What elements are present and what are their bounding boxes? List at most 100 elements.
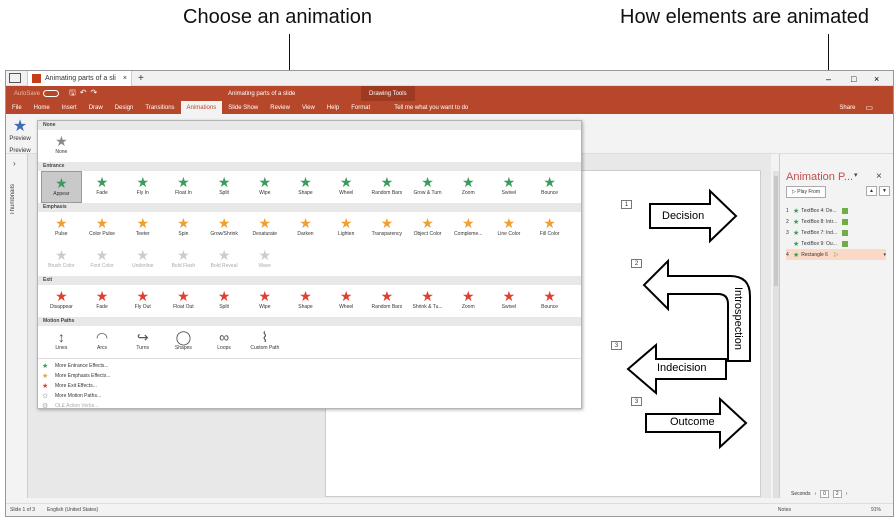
move-up-button[interactable]: ▲ [866, 186, 877, 196]
anim-exit-float-out[interactable]: ★ Float Out [163, 285, 204, 317]
language-indicator[interactable]: English (United States) [47, 507, 98, 513]
animation-list-item[interactable]: ★ TextBox 9: Ou... [786, 238, 886, 249]
autosave-toggle[interactable] [43, 90, 60, 97]
anim-emphasis-darken[interactable]: ★ Darken [285, 212, 326, 244]
anim-exit-bounce[interactable]: ★ Bounce [529, 285, 570, 317]
seconds-left-icon[interactable]: ‹ [814, 491, 816, 497]
tell-me-search[interactable]: Tell me what you want to do [394, 105, 468, 111]
anim-exit-fly-out[interactable]: ★ Fly Out [122, 285, 163, 317]
anim-exit-disappear[interactable]: ★ Disappear [41, 285, 82, 317]
anim-emphasis-teeter[interactable]: ★ Teeter [122, 212, 163, 244]
quick-access-icons[interactable]: 🖫↶↷ [69, 87, 101, 101]
anim-emphasis-desaturate[interactable]: ★ Desaturate [244, 212, 285, 244]
minimize-button[interactable]: – [826, 71, 831, 86]
ribbon-tab-transitions[interactable]: Transitions [139, 101, 180, 114]
preview-star-icon: ★ [12, 118, 28, 135]
anim-emphasis-color-pulse[interactable]: ★ Color Pulse [82, 212, 123, 244]
anim-motion-paths-shapes[interactable]: ◯ Shapes [163, 326, 204, 358]
chevron-right-icon[interactable]: › [13, 159, 16, 168]
anim-motion-paths-custom-path[interactable]: ⌇ Custom Path [244, 326, 285, 358]
anim-emphasis-grow-shrink[interactable]: ★ Grow/Shrink [204, 212, 245, 244]
anim-entrance-bounce[interactable]: ★ Bounce [529, 171, 570, 203]
anim-motion-paths-lines[interactable]: ↕ Lines [41, 326, 82, 358]
animation-list-item[interactable]: 3 ★ TextBox 7: Ind... [786, 227, 886, 238]
more-effects-item[interactable]: ☆ More Motion Paths... [38, 391, 581, 401]
more-effects-item[interactable]: ★ More Emphasis Effects... [38, 371, 581, 381]
scrollbar-thumb[interactable] [774, 176, 778, 286]
anim-entrance-fly-in[interactable]: ★ Fly In [122, 171, 163, 203]
anim-entrance-zoom[interactable]: ★ Zoom [448, 171, 489, 203]
anim-entrance-swivel[interactable]: ★ Swivel [489, 171, 530, 203]
anim-entrance-grow-turn[interactable]: ★ Grow & Turn [407, 171, 448, 203]
anim-entrance-wheel[interactable]: ★ Wheel [326, 171, 367, 203]
seconds-label[interactable]: Seconds [791, 491, 810, 497]
new-tab-button[interactable]: + [138, 73, 144, 84]
ribbon-tab-home[interactable]: Home [28, 101, 56, 114]
document-tab[interactable]: Animating parts of a sli × [27, 71, 132, 86]
animation-list-item[interactable]: 2 ★ TextBox 8: Intr... [786, 216, 886, 227]
anim-exit-shape[interactable]: ★ Shape [285, 285, 326, 317]
play-from-button[interactable]: ▷ Play From [786, 186, 827, 198]
anim-exit-swivel[interactable]: ★ Swivel [489, 285, 530, 317]
anim-emphasis-object-color[interactable]: ★ Object Color [407, 212, 448, 244]
ribbon-tab-draw[interactable]: Draw [83, 101, 109, 114]
anim-motion-paths-arcs[interactable]: ◠ Arcs [82, 326, 123, 358]
move-down-button[interactable]: ▼ [878, 186, 890, 196]
maximize-button[interactable]: □ [851, 71, 856, 86]
anim-emphasis-compleme-[interactable]: ★ Compleme... [448, 212, 489, 244]
ribbon-tab-format[interactable]: Format [345, 101, 376, 114]
anim-label: Wave [258, 263, 272, 269]
more-effects-item[interactable]: ★ More Entrance Effects... [38, 361, 581, 371]
tab-close-icon[interactable]: × [123, 75, 127, 82]
share-button[interactable]: Share [839, 105, 855, 111]
ribbon-tab-slide-show[interactable]: Slide Show [222, 101, 264, 114]
pane-close-icon[interactable]: × [876, 171, 882, 182]
ribbon-tab-design[interactable]: Design [109, 101, 140, 114]
more-effects-label: More Entrance Effects... [55, 363, 109, 369]
anim-entrance-fade[interactable]: ★ Fade [82, 171, 123, 203]
animation-list-item[interactable]: 4 ★ Rectangle 6 ▷ ▾ [786, 249, 886, 260]
play-icon[interactable]: ▷ [834, 251, 839, 258]
preview-button[interactable]: ★ Preview Preview [8, 118, 32, 154]
item-dropdown-icon[interactable]: ▾ [883, 252, 886, 258]
close-window-button[interactable]: × [874, 71, 879, 86]
anim-motion-paths-loops[interactable]: ∞ Loops [204, 326, 245, 358]
tab-actions-icon[interactable] [9, 73, 21, 83]
anim-emphasis-lighten[interactable]: ★ Lighten [326, 212, 367, 244]
anim-exit-fade[interactable]: ★ Fade [82, 285, 123, 317]
thumbnails-pane[interactable]: › Thumbnails [6, 154, 28, 498]
ribbon-tab-insert[interactable]: Insert [56, 101, 83, 114]
anim-exit-wipe[interactable]: ★ Wipe [244, 285, 285, 317]
anim-entrance-wipe[interactable]: ★ Wipe [244, 171, 285, 203]
notes-button[interactable]: Notes [778, 507, 791, 513]
more-effects-item[interactable]: ★ More Exit Effects... [38, 381, 581, 391]
anim-motion-paths-turns[interactable]: ↪ Turns [122, 326, 163, 358]
anim-exit-split[interactable]: ★ Split [204, 285, 245, 317]
anim-entrance-appear[interactable]: ★ Appear [41, 171, 82, 203]
anim-entrance-float-in[interactable]: ★ Float In [163, 171, 204, 203]
anim-entrance-random-bars[interactable]: ★ Random Bars [367, 171, 408, 203]
anim-exit-random-bars[interactable]: ★ Random Bars [367, 285, 408, 317]
ribbon-tab-review[interactable]: Review [264, 101, 296, 114]
anim-entrance-shape[interactable]: ★ Shape [285, 171, 326, 203]
animation-list-item[interactable]: 1 ★ TextBox 4: De... [786, 205, 886, 216]
zoom-level[interactable]: 91% [871, 507, 881, 513]
ribbon-tab-file[interactable]: File [6, 101, 28, 114]
anim-none[interactable]: ★ None [41, 130, 82, 162]
anim-emphasis-transparency[interactable]: ★ Transparency [367, 212, 408, 244]
anim-label: Fly In [136, 190, 149, 196]
pane-options-icon[interactable]: ▾ [854, 171, 858, 179]
comments-icon[interactable]: ▭ [865, 103, 873, 112]
anim-entrance-split[interactable]: ★ Split [204, 171, 245, 203]
anim-emphasis-fill-color[interactable]: ★ Fill Color [529, 212, 570, 244]
anim-emphasis-pulse[interactable]: ★ Pulse [41, 212, 82, 244]
ribbon-tab-animations[interactable]: Animations [180, 101, 223, 114]
ribbon-tab-help[interactable]: Help [321, 101, 345, 114]
anim-exit-zoom[interactable]: ★ Zoom [448, 285, 489, 317]
seconds-right-icon[interactable]: › [846, 491, 848, 497]
anim-exit-wheel[interactable]: ★ Wheel [326, 285, 367, 317]
anim-emphasis-line-color[interactable]: ★ Line Color [489, 212, 530, 244]
ribbon-tab-view[interactable]: View [296, 101, 321, 114]
anim-emphasis-spin[interactable]: ★ Spin [163, 212, 204, 244]
anim-exit-shrink-tu-[interactable]: ★ Shrink & Tu... [407, 285, 448, 317]
